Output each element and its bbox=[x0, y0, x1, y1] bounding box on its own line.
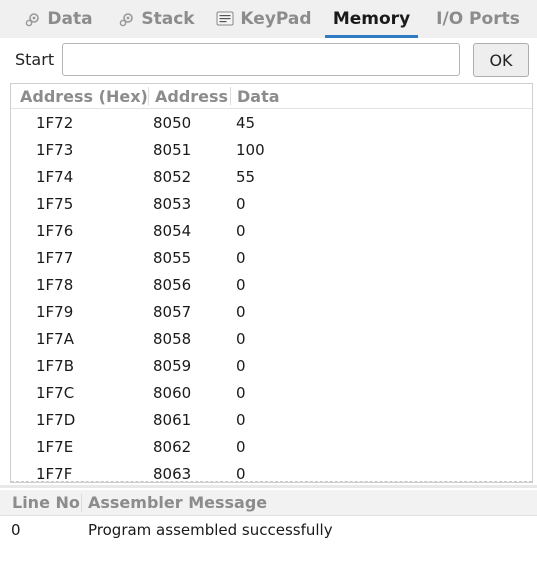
table-row[interactable]: 1F78 8056 0 bbox=[11, 272, 532, 299]
cell-address: 8051 bbox=[153, 141, 192, 159]
cell-data: 0 bbox=[236, 276, 246, 294]
table-row[interactable]: 1F7B 8059 0 bbox=[11, 353, 532, 380]
stack-icon bbox=[119, 11, 135, 27]
header-assembler-message[interactable]: Assembler Message bbox=[88, 493, 267, 512]
cell-address-hex: 1F7D bbox=[36, 411, 76, 429]
table-row[interactable]: 1F7D 8061 0 bbox=[11, 407, 532, 434]
cell-line-no: 0 bbox=[11, 521, 21, 539]
ok-button[interactable]: OK bbox=[473, 43, 529, 77]
table-row[interactable]: 1F7C 8060 0 bbox=[11, 380, 532, 407]
cell-address-hex: 1F7A bbox=[36, 330, 74, 348]
tab-memory[interactable]: Memory bbox=[325, 0, 418, 38]
cell-address-hex: 1F7C bbox=[36, 384, 75, 402]
memory-table-header: Address (Hex) Address Data bbox=[11, 84, 532, 109]
tab-data-label: Data bbox=[47, 9, 93, 29]
tab-keypad-label: KeyPad bbox=[240, 9, 312, 29]
table-row[interactable]: 1F7F 8063 0 bbox=[11, 461, 532, 482]
cell-address: 8059 bbox=[153, 357, 192, 375]
assembler-log-header: Line No Assembler Message bbox=[0, 490, 537, 516]
tab-data[interactable]: Data bbox=[14, 0, 104, 38]
cell-data: 0 bbox=[236, 357, 246, 375]
table-row[interactable]: 1F72 8050 45 bbox=[11, 110, 532, 137]
cell-data: 0 bbox=[236, 249, 246, 267]
header-address[interactable]: Address bbox=[155, 87, 228, 106]
table-row[interactable]: 1F73 8051 100 bbox=[11, 137, 532, 164]
header-data[interactable]: Data bbox=[237, 87, 280, 106]
cell-data: 0 bbox=[236, 411, 246, 429]
cell-data: 0 bbox=[236, 222, 246, 240]
table-row[interactable]: 1F77 8055 0 bbox=[11, 245, 532, 272]
cell-address-hex: 1F7B bbox=[36, 357, 75, 375]
cell-address: 8054 bbox=[153, 222, 192, 240]
tab-memory-label: Memory bbox=[332, 9, 411, 29]
memory-table: Address (Hex) Address Data 1F72 8050 45 … bbox=[10, 83, 533, 483]
table-row[interactable]: 1F7A 8058 0 bbox=[11, 326, 532, 353]
cell-address: 8050 bbox=[153, 114, 192, 132]
tab-io-ports-label: I/O Ports bbox=[436, 9, 520, 29]
cell-address: 8060 bbox=[153, 384, 192, 402]
tab-io-ports[interactable]: I/O Ports bbox=[428, 0, 528, 38]
header-address-hex[interactable]: Address (Hex) bbox=[20, 87, 148, 106]
cell-data: 55 bbox=[236, 168, 256, 186]
keypad-icon bbox=[216, 11, 234, 27]
cell-data: 0 bbox=[236, 438, 246, 456]
table-row[interactable]: 1F74 8052 55 bbox=[11, 164, 532, 191]
start-address-input[interactable] bbox=[62, 43, 460, 76]
cell-data: 100 bbox=[236, 141, 265, 159]
cell-address: 8061 bbox=[153, 411, 192, 429]
cell-address-hex: 1F77 bbox=[36, 249, 74, 267]
cell-address: 8057 bbox=[153, 303, 192, 321]
cell-data: 0 bbox=[236, 195, 246, 213]
cell-address-hex: 1F75 bbox=[36, 195, 74, 213]
table-row[interactable]: 1F79 8057 0 bbox=[11, 299, 532, 326]
table-row[interactable]: 1F76 8054 0 bbox=[11, 218, 532, 245]
header-line-no[interactable]: Line No bbox=[12, 493, 80, 512]
active-tab-indicator bbox=[325, 35, 418, 38]
cell-address: 8052 bbox=[153, 168, 192, 186]
cell-data: 0 bbox=[236, 384, 246, 402]
table-row[interactable]: 1F75 8053 0 bbox=[11, 191, 532, 218]
cell-address-hex: 1F7E bbox=[36, 438, 74, 456]
assembler-log-row[interactable]: 0 Program assembled successfully bbox=[0, 516, 537, 542]
tab-stack[interactable]: Stack bbox=[112, 0, 202, 38]
column-divider[interactable] bbox=[81, 494, 82, 512]
cell-address-hex: 1F72 bbox=[36, 114, 74, 132]
cell-data: 45 bbox=[236, 114, 256, 132]
tab-keypad[interactable]: KeyPad bbox=[212, 0, 316, 38]
table-row[interactable]: 1F7E 8062 0 bbox=[11, 434, 532, 461]
column-divider[interactable] bbox=[230, 87, 231, 105]
cell-address-hex: 1F73 bbox=[36, 141, 74, 159]
start-label: Start bbox=[15, 50, 55, 69]
tab-stack-label: Stack bbox=[141, 9, 195, 29]
cell-address-hex: 1F78 bbox=[36, 276, 74, 294]
data-icon bbox=[25, 11, 41, 27]
table-bottom-border bbox=[11, 481, 532, 482]
cell-address: 8053 bbox=[153, 195, 192, 213]
cell-address-hex: 1F74 bbox=[36, 168, 74, 186]
cell-address: 8056 bbox=[153, 276, 192, 294]
cell-address-hex: 1F76 bbox=[36, 222, 74, 240]
cell-data: 0 bbox=[236, 303, 246, 321]
pane-splitter[interactable] bbox=[0, 485, 537, 488]
cell-address: 8058 bbox=[153, 330, 192, 348]
column-divider[interactable] bbox=[148, 87, 149, 105]
cell-address: 8062 bbox=[153, 438, 192, 456]
tab-bar: Data Stack KeyPad Memory I/O Ports bbox=[0, 0, 537, 38]
cell-assembler-message: Program assembled successfully bbox=[88, 521, 333, 539]
cell-address: 8055 bbox=[153, 249, 192, 267]
cell-address-hex: 1F79 bbox=[36, 303, 74, 321]
cell-data: 0 bbox=[236, 330, 246, 348]
